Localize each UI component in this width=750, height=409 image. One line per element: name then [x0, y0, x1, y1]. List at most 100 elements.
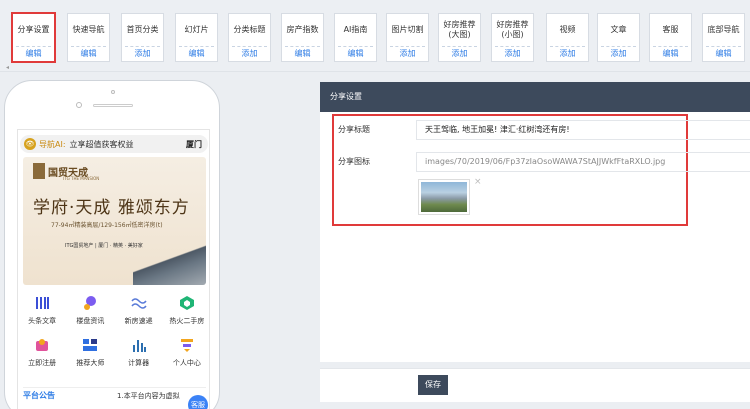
- module-action-link[interactable]: 添加: [442, 46, 477, 61]
- module-card[interactable]: 视频 添加: [546, 13, 589, 62]
- remove-image-icon[interactable]: ×: [474, 177, 482, 187]
- module-name: AI指南: [343, 25, 368, 34]
- grid-item-label: 计算器: [128, 359, 150, 367]
- grid-item-label: 新房速递: [124, 317, 153, 325]
- module-name: 图片切割: [391, 25, 424, 34]
- module-name: 底部导航: [707, 25, 740, 34]
- module-name: 客服: [662, 25, 679, 34]
- module-card[interactable]: 幻灯片 编辑: [175, 13, 218, 62]
- module-card[interactable]: 房产指数 编辑: [281, 13, 324, 62]
- module-name: 首页分类: [126, 25, 159, 34]
- save-button[interactable]: 保存: [418, 375, 448, 395]
- phone-screen: 👁 导航AI: 立享超值获客权益 厦门 国贸天成 ITG THE MANSION…: [17, 129, 210, 409]
- grid-item[interactable]: 推荐大师: [66, 334, 114, 376]
- grid-item[interactable]: 立即注册: [18, 334, 66, 376]
- grid-item-label: 个人中心: [172, 359, 201, 367]
- module-action-link[interactable]: 编辑: [179, 46, 214, 61]
- logo-subtitle: ITG THE MANSION: [63, 176, 100, 181]
- register-icon: [34, 337, 50, 353]
- grid-item-label: 热火二手房: [169, 317, 205, 325]
- grid-item[interactable]: 头条文章: [18, 292, 66, 334]
- module-action-link[interactable]: 编辑: [706, 46, 741, 61]
- module-action-link[interactable]: 编辑: [16, 46, 51, 61]
- module-action-link[interactable]: 编辑: [71, 46, 106, 61]
- notice-bar[interactable]: 平台公告 1.本平台内容为虚拟: [23, 387, 206, 403]
- banner-slide[interactable]: 国贸天成 ITG THE MANSION 学府·天成 雅颂东方 77-94㎡精装…: [23, 157, 206, 285]
- grid-item-label: 楼盘资讯: [76, 317, 105, 325]
- share-icon-path-input[interactable]: images/70/2019/06/Fp37zIaOsoWAWA7StAJJWk…: [416, 152, 750, 172]
- panel-title: 分享设置: [320, 82, 750, 112]
- module-action-link[interactable]: 编辑: [285, 46, 320, 61]
- grid-item[interactable]: 热火二手房: [163, 292, 209, 334]
- module-card[interactable]: 首页分类 添加: [121, 13, 164, 62]
- module-action-link[interactable]: 添加: [232, 46, 267, 61]
- module-name: 分类标题: [233, 25, 266, 34]
- module-name: 快速导航: [72, 25, 105, 34]
- funnel-icon: [179, 337, 195, 353]
- ai-nav-icon: 👁: [24, 138, 36, 150]
- share-title-input[interactable]: 天王驾临, 地王加冕! 津汇·红树湾还有房!: [416, 120, 750, 140]
- camera-icon: [76, 102, 82, 108]
- module-card[interactable]: AI指南编辑: [334, 13, 377, 62]
- customer-service-button[interactable]: 客服: [188, 395, 208, 409]
- grid-row: 立即注册 推荐大师 计算器 个人中心: [18, 334, 209, 376]
- collapse-handle-icon[interactable]: ◂: [6, 64, 9, 71]
- module-action-link[interactable]: 添加: [390, 46, 425, 61]
- chart-icon: [131, 337, 147, 353]
- sensor-icon: [111, 90, 115, 94]
- grid-row: 头条文章 楼盘资讯 新房速递 热火二手房: [18, 292, 209, 334]
- hexagon-icon: [179, 295, 195, 311]
- bars-icon: [34, 295, 50, 311]
- module-name: 分享设置: [17, 25, 50, 34]
- banner-subline: 77-94㎡精装高层/129-156㎡低密洋房(t): [51, 222, 163, 229]
- module-card[interactable]: 底部导航 编辑: [702, 13, 745, 62]
- module-name: 好房推荐(大图): [443, 20, 476, 39]
- preview-topbar[interactable]: 👁 导航AI: 立享超值获客权益 厦门: [20, 135, 208, 153]
- module-name: 视频: [559, 25, 576, 34]
- panel-footer: 保存: [320, 368, 750, 402]
- module-action-link[interactable]: 添加: [125, 46, 160, 61]
- module-card[interactable]: 快速导航 编辑: [67, 13, 110, 62]
- bubbles-icon: [82, 295, 98, 311]
- grid-item-label: 立即注册: [28, 359, 57, 367]
- speaker-icon: [93, 104, 133, 107]
- module-toolbar: 分享设置 编辑 快速导航 编辑 首页分类 添加 幻灯片 编辑 分类标题 添加 房产指数 编辑 AI指南编…: [0, 0, 750, 72]
- grid-item[interactable]: 新房速递: [115, 292, 163, 334]
- module-action-link[interactable]: 添加: [550, 46, 585, 61]
- module-name: 好房推荐(小图): [496, 20, 529, 39]
- grid-item[interactable]: 计算器: [115, 334, 163, 376]
- share-settings-panel: 分享设置 分享标题 天王驾临, 地王加冕! 津汇·红树湾还有房! 分享图标 im…: [320, 82, 750, 362]
- module-name: 房产指数: [286, 25, 319, 34]
- banner-brand: ITG国贸地产 | 厦门 · 精英 · 美好家: [65, 243, 143, 249]
- module-name: 文章: [610, 25, 627, 34]
- module-name: 幻灯片: [184, 25, 209, 34]
- module-card[interactable]: 文章 添加: [597, 13, 640, 62]
- module-card[interactable]: 好房推荐(大图) 添加: [438, 13, 481, 62]
- logo-mark-icon: [33, 163, 45, 179]
- grid-item[interactable]: 楼盘资讯: [66, 292, 114, 334]
- share-title-label: 分享标题: [338, 125, 370, 134]
- share-icon-label: 分享图标: [338, 157, 370, 166]
- building-photo: [421, 182, 467, 212]
- grid-item[interactable]: 个人中心: [163, 334, 209, 376]
- grid-icon: [82, 337, 98, 353]
- module-action-link[interactable]: 添加: [601, 46, 636, 61]
- notice-label: 平台公告: [23, 391, 55, 400]
- module-action-link[interactable]: 编辑: [653, 46, 688, 61]
- notice-text: 1.本平台内容为虚拟: [117, 391, 180, 400]
- share-icon-thumbnail[interactable]: [418, 179, 470, 215]
- nav-text: 立享超值获客权益: [69, 139, 134, 149]
- quick-nav-grid: 头条文章 楼盘资讯 新房速递 热火二手房立即注册 推荐大师 计算器 个人中心: [18, 292, 209, 376]
- module-card[interactable]: 客服 编辑: [649, 13, 692, 62]
- phone-preview: 👁 导航AI: 立享超值获客权益 厦门 国贸天成 ITG THE MANSION…: [4, 80, 220, 409]
- grid-item-label: 推荐大师: [76, 359, 105, 367]
- module-card[interactable]: 图片切割 添加: [386, 13, 429, 62]
- module-card[interactable]: 分享设置 编辑: [11, 12, 56, 63]
- wave-icon: [131, 295, 147, 311]
- city-selector[interactable]: 厦门: [186, 139, 208, 150]
- module-action-link[interactable]: 添加: [495, 46, 530, 61]
- module-card[interactable]: 分类标题 添加: [228, 13, 271, 62]
- module-card[interactable]: 好房推荐(小图) 添加: [491, 13, 534, 62]
- module-action-link[interactable]: 编辑: [338, 46, 373, 61]
- bridge-image: [133, 245, 206, 285]
